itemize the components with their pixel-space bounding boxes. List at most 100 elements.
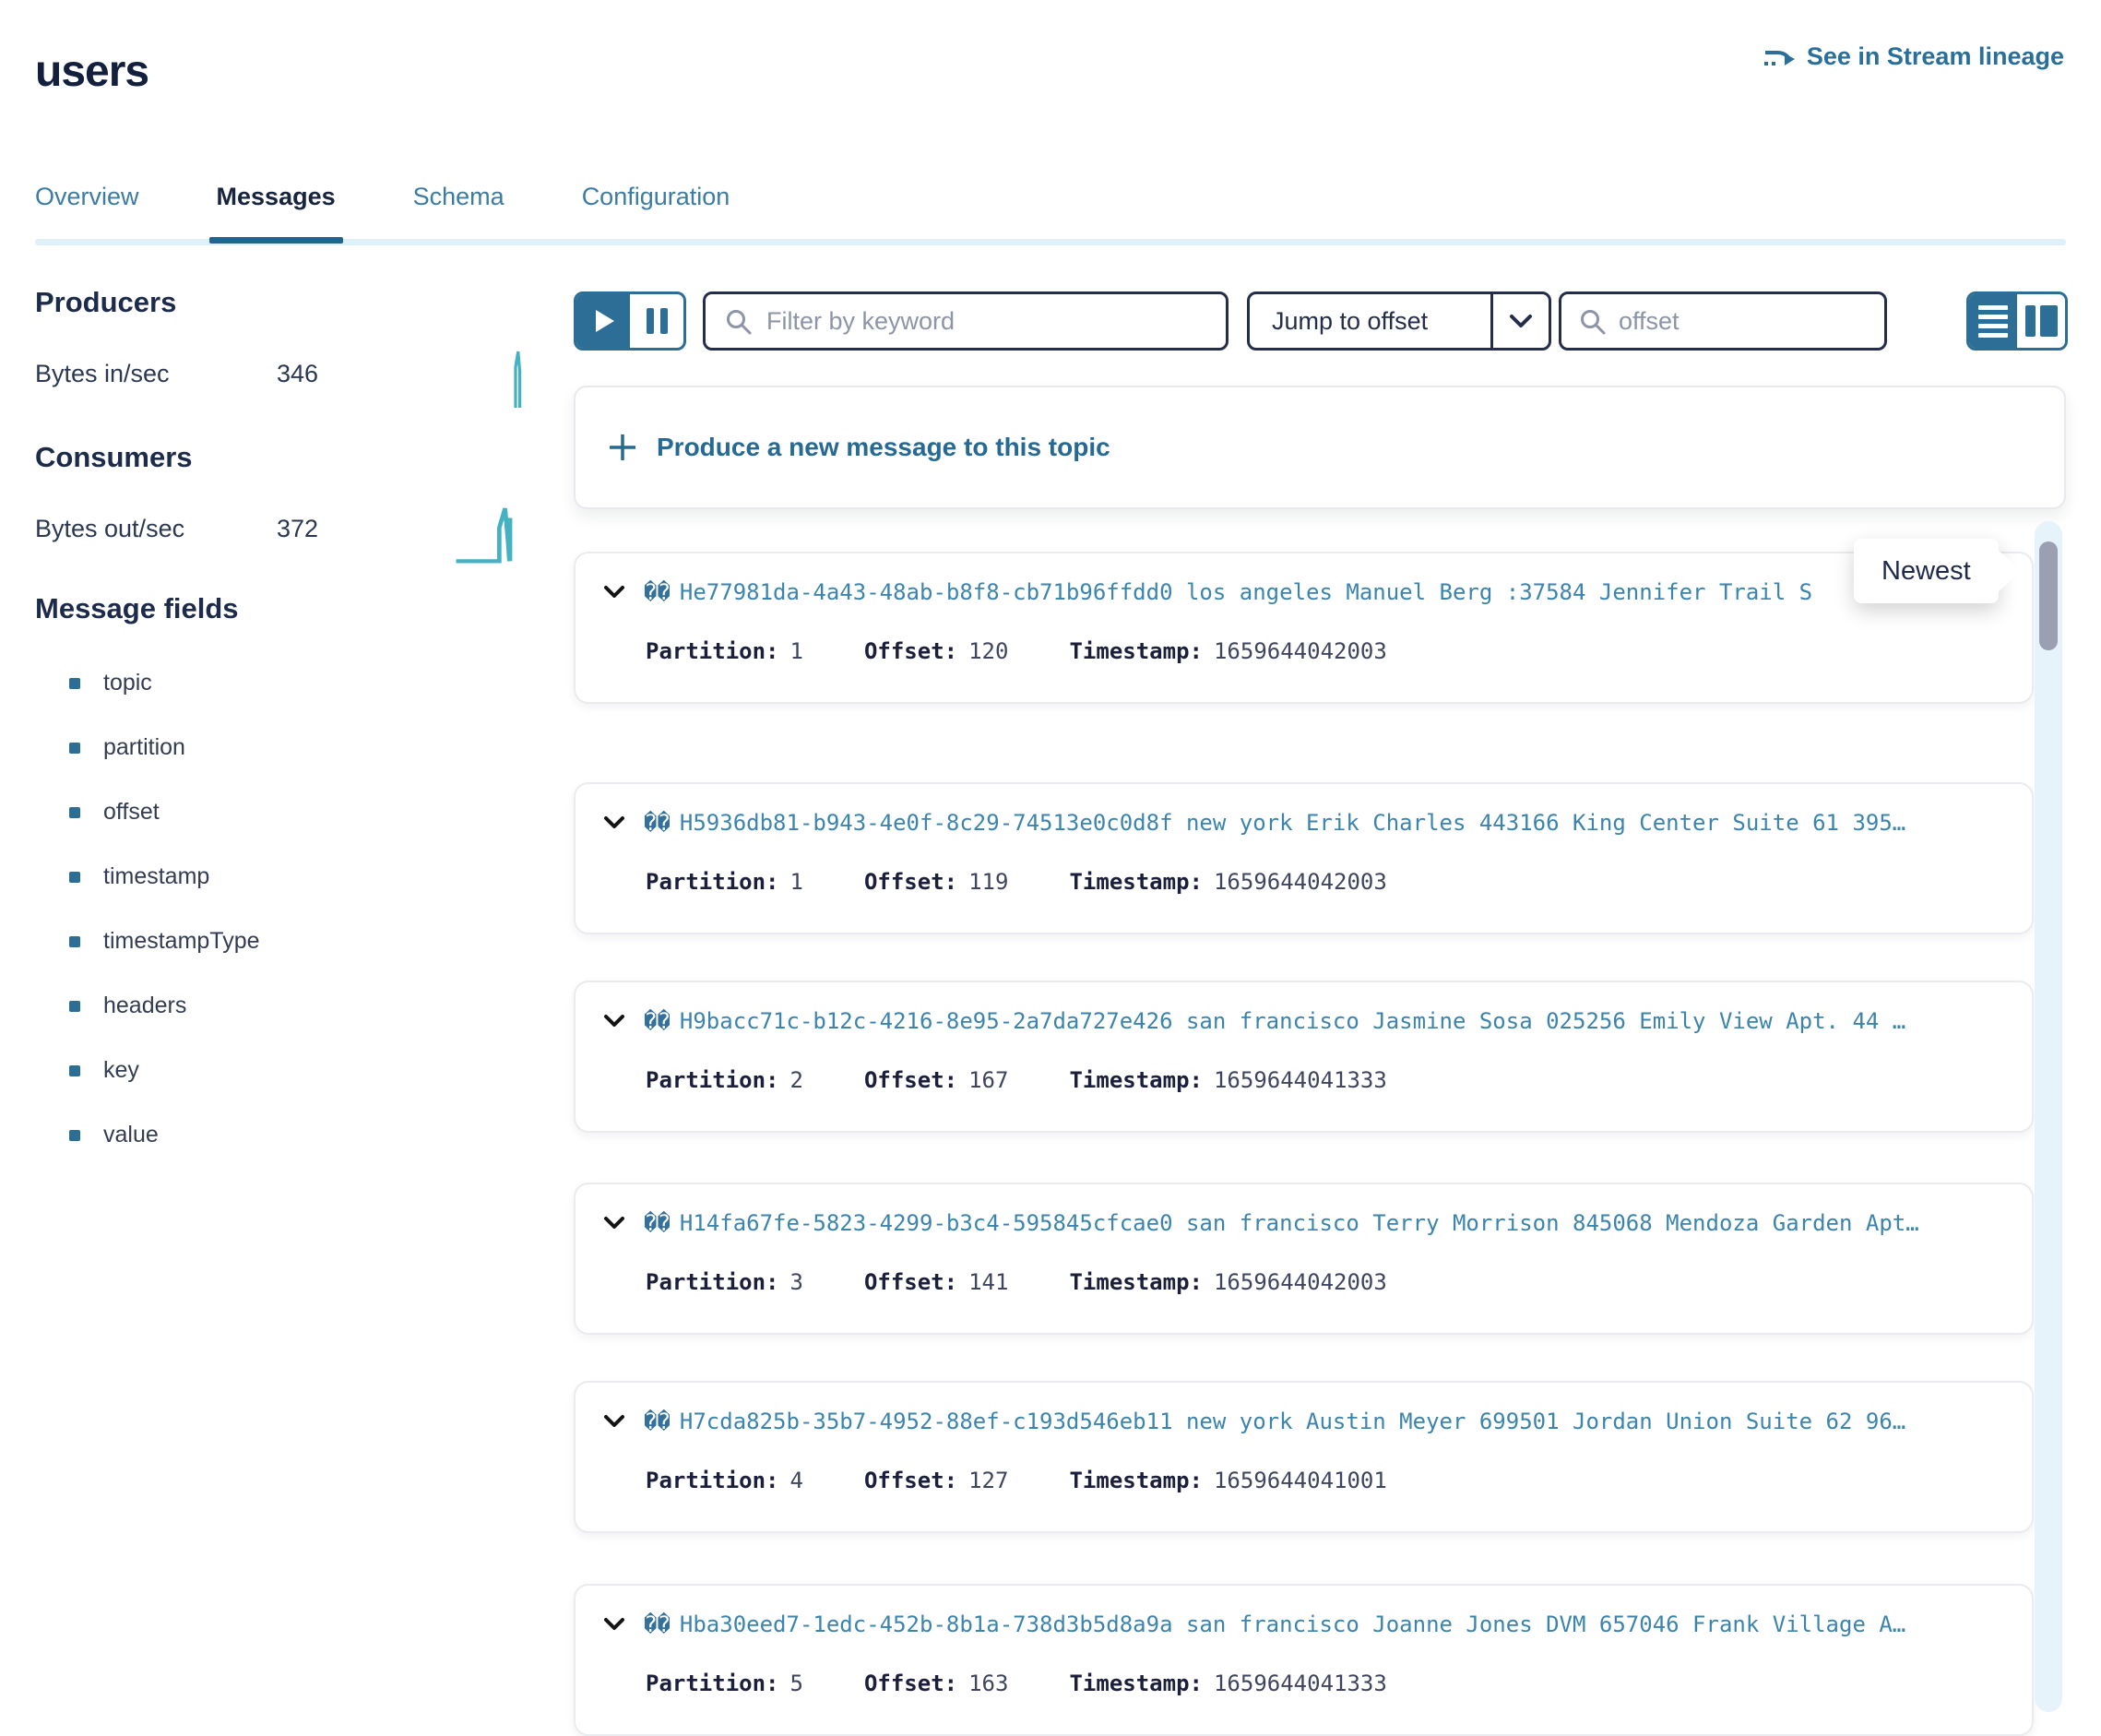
message-meta: Partition:1 Offset:119 Timestamp:1659644… — [646, 869, 1387, 895]
lineage-link-label: See in Stream lineage — [1807, 42, 2064, 71]
tabs: Overview Messages Schema Configuration — [35, 183, 730, 237]
message-card[interactable]: ��Hba30eed7-1edc-452b-8b1a-738d3b5d8a9a … — [574, 1584, 2034, 1736]
list-view-icon — [1978, 305, 2008, 338]
play-button[interactable] — [576, 294, 630, 348]
message-card[interactable]: ��H14fa67fe-5823-4299-b3c4-595845cfcae0 … — [574, 1183, 2034, 1335]
produce-message-button[interactable]: Produce a new message to this topic — [574, 386, 2066, 509]
field-bullet-icon — [69, 936, 80, 947]
key-prefix-glyphs: �� — [644, 579, 671, 605]
pause-button[interactable] — [630, 294, 683, 348]
partition-value: 3 — [790, 1269, 803, 1295]
offset-search-input[interactable] — [1559, 291, 1887, 351]
message-card[interactable]: ��H9bacc71c-b12c-4216-8e95-2a7da727e426 … — [574, 981, 2034, 1133]
partition-label: Partition: — [646, 1269, 779, 1295]
message-meta: Partition:4 Offset:127 Timestamp:1659644… — [646, 1468, 1387, 1493]
expand-chevron-icon[interactable] — [603, 815, 625, 830]
expand-chevron-icon[interactable] — [603, 585, 625, 600]
tab-configuration[interactable]: Configuration — [582, 183, 730, 237]
message-meta: Partition:5 Offset:163 Timestamp:1659644… — [646, 1671, 1387, 1696]
key-prefix-glyphs: �� — [644, 1409, 671, 1434]
offset-label: Offset: — [864, 1468, 957, 1493]
partition-value: 4 — [790, 1468, 803, 1493]
field-item-timestampType[interactable]: timestampType — [35, 928, 533, 969]
offset-value: 141 — [968, 1269, 1008, 1295]
field-item-value[interactable]: value — [35, 1122, 533, 1162]
pause-icon — [647, 308, 668, 334]
partition-label: Partition: — [646, 1468, 779, 1493]
field-bullet-icon — [69, 1001, 80, 1012]
partition-label: Partition: — [646, 1067, 779, 1093]
offset-label: Offset: — [864, 869, 957, 895]
message-card[interactable]: ��H7cda825b-35b7-4952-88ef-c193d546eb11 … — [574, 1381, 2034, 1533]
field-label: partition — [103, 734, 185, 761]
expand-chevron-icon[interactable] — [603, 1617, 625, 1632]
list-view-button[interactable] — [1969, 294, 2017, 348]
message-fields-title: Message fields — [35, 592, 239, 625]
tab-schema[interactable]: Schema — [413, 183, 504, 237]
scrollbar-track[interactable] — [2035, 521, 2062, 1712]
offset-label: Offset: — [864, 1269, 957, 1295]
field-item-topic[interactable]: topic — [35, 670, 533, 710]
field-label: topic — [103, 670, 152, 696]
field-bullet-icon — [69, 743, 80, 754]
expand-chevron-icon[interactable] — [603, 1414, 625, 1429]
tab-overview[interactable]: Overview — [35, 183, 139, 237]
tab-messages[interactable]: Messages — [217, 183, 336, 237]
bytes-out-sparkline — [455, 502, 527, 566]
bytes-in-row: Bytes in/sec 346 — [35, 360, 538, 400]
key-prefix-glyphs: �� — [644, 1008, 671, 1034]
offset-value: 167 — [968, 1067, 1008, 1093]
key-prefix-glyphs: �� — [644, 1210, 671, 1236]
message-meta: Partition:2 Offset:167 Timestamp:1659644… — [646, 1067, 1387, 1093]
newest-tooltip: Newest — [1854, 539, 1999, 603]
field-item-partition[interactable]: partition — [35, 734, 533, 775]
lineage-arrow-icon — [1763, 43, 1796, 71]
field-item-offset[interactable]: offset — [35, 799, 533, 839]
newest-tooltip-label: Newest — [1881, 556, 1971, 587]
chevron-down-icon — [1493, 314, 1549, 328]
offset-value: 119 — [968, 869, 1008, 895]
message-meta: Partition:1 Offset:120 Timestamp:1659644… — [646, 638, 1387, 664]
scrollbar-thumb[interactable] — [2039, 541, 2058, 650]
field-item-key[interactable]: key — [35, 1057, 533, 1098]
stream-lineage-link[interactable]: See in Stream lineage — [1763, 42, 2064, 71]
bytes-in-value: 346 — [277, 360, 318, 388]
field-item-headers[interactable]: headers — [35, 993, 533, 1033]
timestamp-value: 1659644042003 — [1214, 869, 1387, 895]
key-prefix-glyphs: �� — [644, 810, 671, 836]
timestamp-label: Timestamp: — [1069, 1269, 1203, 1295]
field-label: value — [103, 1122, 159, 1148]
expand-chevron-icon[interactable] — [603, 1216, 625, 1231]
field-label: timestampType — [103, 928, 260, 955]
partition-value: 1 — [790, 869, 803, 895]
expand-chevron-icon[interactable] — [603, 1014, 625, 1029]
field-label: key — [103, 1057, 139, 1084]
field-bullet-icon — [69, 678, 80, 689]
field-bullet-icon — [69, 807, 80, 818]
bytes-out-label: Bytes out/sec — [35, 515, 184, 543]
message-card[interactable]: ��He77981da-4a43-48ab-b8f8-cb71b96ffdd0 … — [574, 552, 2034, 704]
message-key: ��Hba30eed7-1edc-452b-8b1a-738d3b5d8a9a … — [644, 1611, 1905, 1637]
field-item-timestamp[interactable]: timestamp — [35, 863, 533, 904]
message-key: ��H14fa67fe-5823-4299-b3c4-595845cfcae0 … — [644, 1210, 1919, 1236]
field-bullet-icon — [69, 1065, 80, 1076]
column-view-button[interactable] — [2017, 294, 2065, 348]
play-icon — [596, 310, 614, 332]
filter-keyword-input[interactable] — [703, 291, 1229, 351]
partition-label: Partition: — [646, 869, 779, 895]
offset-value: 120 — [968, 638, 1008, 664]
produce-message-label: Produce a new message to this topic — [657, 433, 1110, 462]
field-label: headers — [103, 993, 186, 1019]
message-key: ��He77981da-4a43-48ab-b8f8-cb71b96ffdd0 … — [644, 579, 1812, 605]
bytes-in-sparkline — [494, 349, 537, 410]
message-card[interactable]: ��H5936db81-b943-4e0f-8c29-74513e0c0d8f … — [574, 782, 2034, 934]
producers-title: Producers — [35, 286, 176, 319]
field-label: timestamp — [103, 863, 209, 890]
page-title: users — [35, 46, 148, 97]
message-key: ��H5936db81-b943-4e0f-8c29-74513e0c0d8f … — [644, 810, 1905, 836]
timestamp-label: Timestamp: — [1069, 1067, 1203, 1093]
field-bullet-icon — [69, 1130, 80, 1141]
consumers-title: Consumers — [35, 441, 193, 474]
bytes-in-label: Bytes in/sec — [35, 360, 170, 388]
jump-to-offset-select[interactable]: Jump to offset — [1247, 291, 1551, 351]
